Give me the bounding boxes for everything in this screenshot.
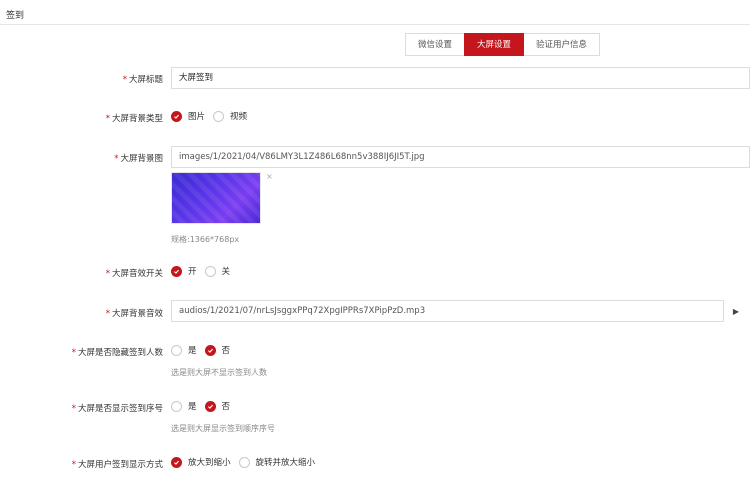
page-title: 签到 bbox=[6, 11, 25, 21]
sound-option-off: 关 bbox=[221, 267, 231, 277]
required-mark: * bbox=[105, 269, 110, 279]
display-mode-radio-rotate[interactable] bbox=[238, 456, 250, 468]
required-mark: * bbox=[71, 348, 76, 358]
bg-sound-label: * 大屏背景音效 bbox=[106, 307, 163, 319]
bg-image-label: * 大屏背景图 bbox=[114, 152, 163, 164]
tab-verify-user-info[interactable]: 验证用户信息 bbox=[523, 33, 601, 56]
thumbnail-pattern bbox=[172, 173, 260, 223]
show-order-label: * 大屏是否显示签到序号 bbox=[72, 402, 163, 414]
page-header: 签到 bbox=[0, 0, 750, 25]
play-icon: ▶ bbox=[732, 306, 740, 316]
required-mark: * bbox=[105, 309, 110, 319]
display-mode-radio-zoom[interactable] bbox=[171, 456, 182, 468]
screen-title-label: * 大屏标题 bbox=[123, 73, 163, 85]
sound-switch-radio-group: 开 关 bbox=[171, 265, 238, 277]
display-mode-option-rotate: 旋转并放大缩小 bbox=[255, 458, 316, 468]
hide-count-radio-no[interactable] bbox=[204, 344, 216, 356]
hide-count-option-yes: 是 bbox=[188, 346, 197, 356]
bg-sound-path-value: audios/1/2021/07/nrLsJsggxPPq72XpgIPPRs7… bbox=[179, 306, 426, 316]
show-order-hint: 选是则大屏显示签到顺序序号 bbox=[171, 424, 275, 433]
check-icon bbox=[207, 348, 213, 353]
hide-count-radio-group: 是 否 bbox=[171, 344, 238, 356]
display-mode-label-text: 大屏用户签到显示方式 bbox=[77, 460, 163, 470]
bg-image-path-value: images/1/2021/04/V86LMY3L1Z486L68nn5v388… bbox=[179, 152, 425, 162]
bg-sound-label-text: 大屏背景音效 bbox=[111, 309, 163, 319]
display-mode-label: * 大屏用户签到显示方式 bbox=[72, 458, 163, 470]
screen-title-value: 大屏签到 bbox=[179, 73, 214, 83]
screen-title-label-text: 大屏标题 bbox=[128, 75, 163, 85]
tab-screen-settings[interactable]: 大屏设置 bbox=[464, 33, 525, 56]
screen-title-input[interactable]: 大屏签到 bbox=[171, 67, 750, 89]
sound-option-on: 开 bbox=[188, 267, 197, 277]
hide-count-hint: 选是则大屏不显示签到人数 bbox=[171, 368, 267, 377]
bg-image-size-hint: 规格:1366*768px bbox=[171, 235, 240, 244]
settings-tabs: 微信设置 大屏设置 验证用户信息 bbox=[405, 33, 601, 56]
sound-switch-label: * 大屏音效开关 bbox=[106, 267, 163, 279]
required-mark: * bbox=[71, 460, 76, 470]
bg-image-thumbnail[interactable] bbox=[171, 172, 261, 224]
hide-count-label: * 大屏是否隐藏签到人数 bbox=[72, 346, 163, 358]
hide-count-label-text: 大屏是否隐藏签到人数 bbox=[77, 348, 163, 358]
show-order-option-no: 否 bbox=[221, 402, 231, 412]
check-icon bbox=[174, 114, 180, 119]
bg-type-radio-image[interactable] bbox=[171, 110, 182, 122]
show-order-label-text: 大屏是否显示签到序号 bbox=[77, 404, 163, 414]
bg-type-option-image: 图片 bbox=[188, 112, 206, 122]
show-order-radio-no[interactable] bbox=[204, 400, 216, 412]
bg-sound-path-input[interactable]: audios/1/2021/07/nrLsJsggxPPq72XpgIPPRs7… bbox=[171, 300, 724, 322]
bg-image-label-text: 大屏背景图 bbox=[120, 154, 163, 164]
sound-radio-on[interactable] bbox=[171, 265, 182, 277]
bg-type-label-text: 大屏背景类型 bbox=[111, 114, 163, 124]
play-sound-button[interactable]: ▶ bbox=[725, 300, 747, 322]
tab-wechat-settings[interactable]: 微信设置 bbox=[405, 33, 466, 56]
hide-count-radio-yes[interactable] bbox=[171, 344, 182, 356]
display-mode-option-zoom: 放大到缩小 bbox=[188, 458, 231, 468]
check-icon bbox=[174, 460, 180, 465]
show-order-option-yes: 是 bbox=[188, 402, 197, 412]
sound-switch-label-text: 大屏音效开关 bbox=[111, 269, 163, 279]
show-order-radio-yes[interactable] bbox=[171, 400, 182, 412]
required-mark: * bbox=[105, 114, 110, 124]
bg-image-path-input[interactable]: images/1/2021/04/V86LMY3L1Z486L68nn5v388… bbox=[171, 146, 750, 168]
hide-count-option-no: 否 bbox=[221, 346, 231, 356]
check-icon bbox=[207, 404, 213, 409]
bg-type-radio-video[interactable] bbox=[213, 110, 225, 122]
required-mark: * bbox=[114, 154, 119, 164]
remove-image-close-icon[interactable]: × bbox=[266, 172, 273, 181]
show-order-radio-group: 是 否 bbox=[171, 400, 238, 412]
check-icon bbox=[174, 269, 180, 274]
display-mode-radio-group: 放大到缩小 旋转并放大缩小 bbox=[171, 456, 323, 468]
bg-type-option-video: 视频 bbox=[230, 112, 248, 122]
bg-type-label: * 大屏背景类型 bbox=[106, 112, 163, 124]
bg-type-radio-group: 图片 视频 bbox=[171, 110, 255, 122]
required-mark: * bbox=[122, 75, 127, 85]
sound-radio-off[interactable] bbox=[204, 265, 216, 277]
required-mark: * bbox=[71, 404, 76, 414]
